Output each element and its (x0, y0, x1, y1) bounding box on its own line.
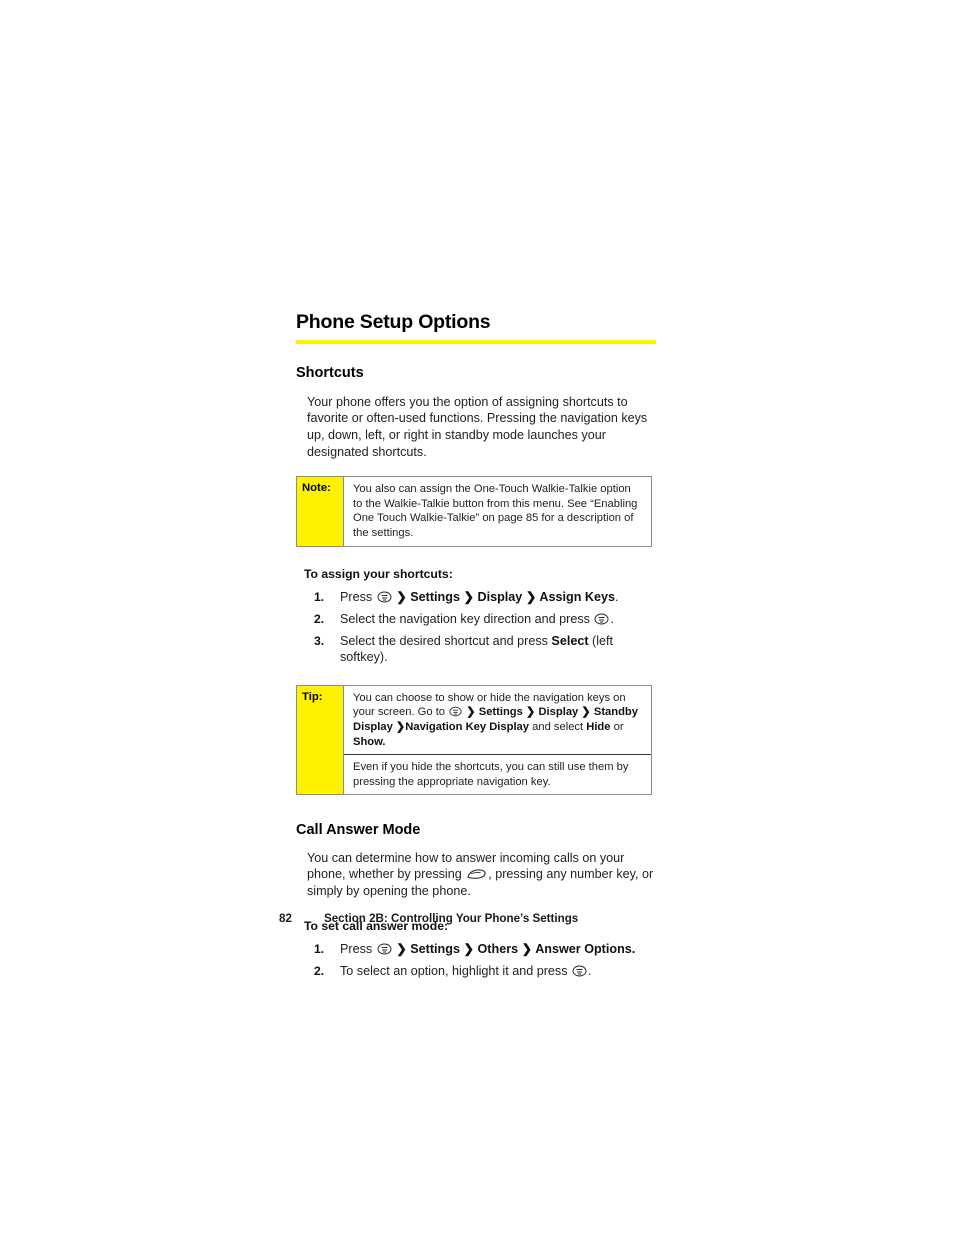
tip-option-show: Show. (353, 735, 386, 748)
list-item: 2. To select an option, highlight it and … (296, 963, 656, 980)
menu-chevron-3: ❯ (522, 590, 540, 605)
menu-chevron-1: ❯ (396, 942, 411, 957)
step-number: 2. (314, 612, 325, 627)
note-callout: Note: You also can assign the One-Touch … (296, 476, 652, 547)
section-heading-shortcuts: Shortcuts (296, 365, 364, 382)
menu-path-settings: Settings (410, 590, 460, 605)
tip-body: You can choose to show or hide the navig… (344, 686, 651, 795)
list-item: 1. Press ❯ Settings ❯ Display ❯ Assign Ke… (296, 589, 656, 606)
tip-text-secondary: Even if you hide the shortcuts, you can … (344, 754, 651, 794)
tip-callout: Tip: You can choose to show or hide the … (296, 684, 652, 796)
step-text: Select the desired shortcut and press (340, 633, 552, 648)
answer-steps-list: 1. Press ❯ Settings ❯ Others ❯ Answer Opt… (296, 941, 656, 979)
step-trailing-punctuation: . (588, 964, 592, 978)
footer-section-label: Section 2B: Controlling Your Phone’s Set… (324, 912, 579, 925)
tip-text-mid: and select (529, 721, 587, 733)
step-text: To select an option, highlight it and pr… (340, 964, 572, 978)
tip-label: Tip: (297, 685, 344, 795)
menu-path-answer-options: Answer Options. (535, 942, 636, 957)
page-content: Phone Setup Options Shortcuts Your phone… (296, 311, 657, 985)
section-heading-call-answer-mode: Call Answer Mode (296, 822, 421, 839)
tip-option-hide: Hide (586, 721, 611, 733)
list-item: 3. Select the desired shortcut and press … (296, 633, 656, 666)
menu-key-icon (377, 591, 392, 603)
step-number: 1. (314, 942, 325, 957)
menu-path-settings: Settings (410, 942, 460, 957)
menu-key-icon (449, 706, 462, 717)
menu-key-icon (377, 943, 392, 955)
tip-menu-navigation-key-display: Navigation Key Display (405, 721, 530, 733)
step-trailing-punctuation: . (615, 590, 619, 605)
tip-menu-display: Display (538, 706, 579, 719)
tip-chevron-4: ❯ (395, 721, 406, 733)
step-trailing-punctuation: . (610, 612, 614, 627)
document-page: Phone Setup Options Shortcuts Your phone… (0, 0, 954, 1235)
step-number: 3. (314, 633, 325, 648)
softkey-label-select: Select (551, 633, 589, 648)
tip-text-primary: You can choose to show or hide the navig… (344, 686, 651, 754)
page-footer: 82 Section 2B: Controlling Your Phone’s … (279, 912, 699, 925)
tip-chevron-1: ❯ (466, 706, 476, 719)
tip-menu-settings: Settings (478, 706, 523, 719)
step-number: 2. (314, 964, 325, 978)
step-text: Select the navigation key direction and … (340, 612, 594, 627)
footer-page-number: 82 (279, 912, 292, 925)
menu-key-icon (572, 965, 587, 977)
step-text-press: Press (340, 590, 376, 605)
list-item: 2. Select the navigation key direction an… (296, 611, 656, 628)
menu-path-others: Others (477, 942, 519, 957)
step-number: 1. (314, 590, 325, 605)
lead-in-assign-shortcuts: To assign your shortcuts: (304, 566, 453, 581)
menu-chevron-3: ❯ (518, 942, 536, 957)
talk-key-icon (466, 867, 487, 881)
menu-path-assign-keys: Assign Keys (539, 590, 616, 605)
tip-chevron-3: ❯ (581, 706, 591, 719)
menu-chevron-2: ❯ (459, 942, 478, 957)
tip-text-or: or (610, 721, 624, 733)
tip-chevron-2: ❯ (525, 706, 536, 719)
call-answer-paragraph: You can determine how to answer incoming… (296, 850, 657, 900)
note-label: Note: (297, 477, 344, 546)
menu-chevron-1: ❯ (396, 590, 411, 605)
shortcuts-paragraph: Your phone offers you the option of assi… (307, 394, 648, 459)
shortcut-steps-list: 1. Press ❯ Settings ❯ Display ❯ Assign Ke… (296, 589, 656, 665)
step-text-press: Press (340, 942, 376, 957)
menu-chevron-2: ❯ (459, 590, 478, 605)
menu-path-display: Display (477, 590, 523, 605)
menu-key-icon (594, 613, 609, 625)
note-body: You also can assign the One-Touch Walkie… (344, 477, 651, 545)
list-item: 1. Press ❯ Settings ❯ Others ❯ Answer Opt… (296, 941, 656, 958)
title-accent-rule (296, 340, 656, 345)
page-title: Phone Setup Options (296, 311, 491, 333)
note-text: You also can assign the One-Touch Walkie… (353, 483, 638, 539)
